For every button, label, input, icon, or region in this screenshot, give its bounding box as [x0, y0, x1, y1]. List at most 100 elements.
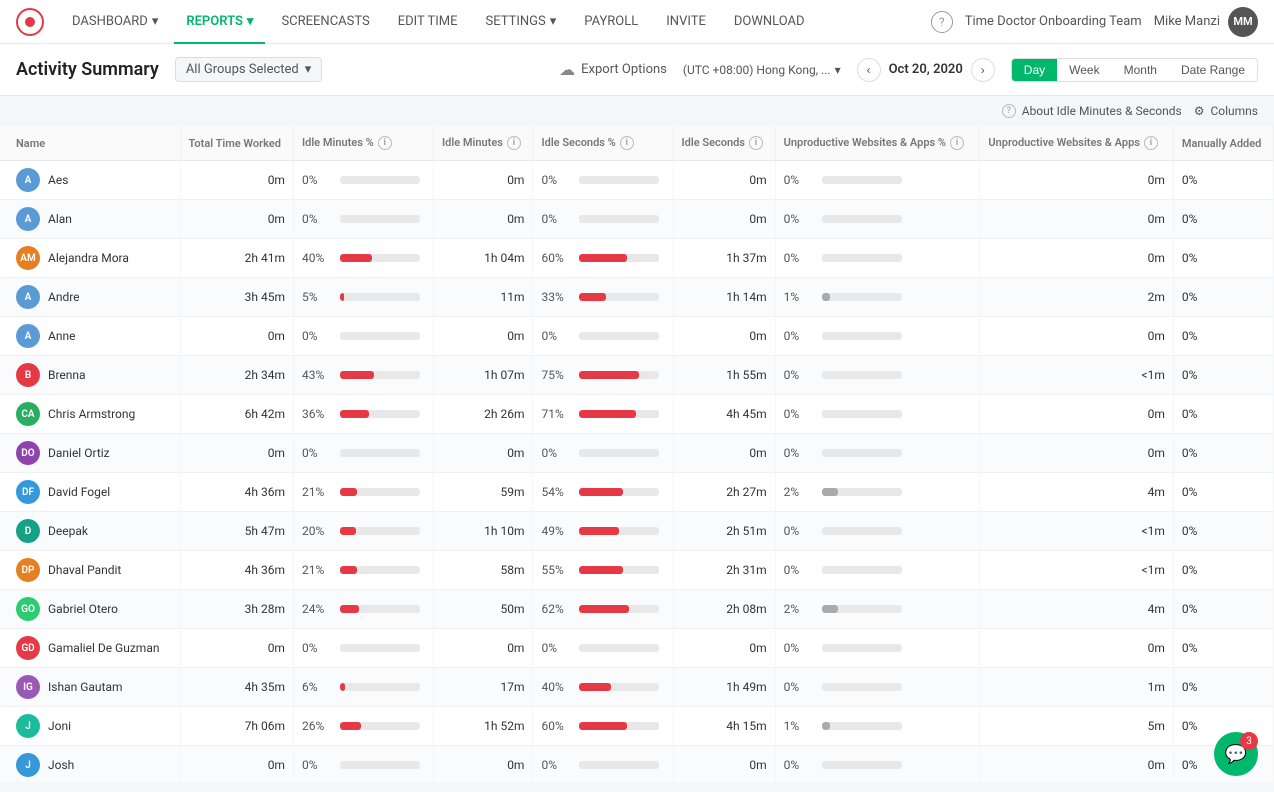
- user-menu[interactable]: Mike Manzi MM: [1154, 7, 1258, 37]
- unprod-cell: 2m: [980, 278, 1174, 317]
- idle-min-cell: 0m: [434, 434, 533, 473]
- table-row[interactable]: BBrenna2h 34m43%1h 07m75%1h 55m0%<1m0%: [0, 356, 1274, 395]
- total-time-cell: 0m: [180, 200, 293, 239]
- idle-min-cell: 11m: [434, 278, 533, 317]
- unprod-pct-cell: 0%: [775, 746, 980, 782]
- manual-cell: 0%: [1173, 551, 1273, 590]
- idle-pct-cell: 6%: [293, 668, 433, 707]
- total-time-cell: 4h 36m: [180, 551, 293, 590]
- unprod-cell: 4m: [980, 473, 1174, 512]
- nav-item-reports[interactable]: REPORTS: [174, 0, 265, 44]
- date-range-btn-date-range[interactable]: Date Range: [1169, 59, 1257, 81]
- chevron-down-icon: [152, 14, 159, 29]
- chevron-down-icon: [550, 14, 557, 29]
- idle-sec-pct-cell: 0%: [533, 629, 673, 668]
- nav-item-invite[interactable]: INVITE: [654, 0, 718, 44]
- unprod-pct-cell: 2%: [775, 473, 980, 512]
- name-cell: DPDhaval Pandit: [0, 551, 180, 590]
- total-time-cell: 2h 34m: [180, 356, 293, 395]
- table-row[interactable]: DPDhaval Pandit4h 36m21%58m55%2h 31m0%<1…: [0, 551, 1274, 590]
- export-button[interactable]: ☁ Export Options: [559, 60, 667, 79]
- date-range-btn-week[interactable]: Week: [1057, 59, 1111, 81]
- date-range-btn-month[interactable]: Month: [1112, 59, 1169, 81]
- idle-sec-pct-cell: 60%: [533, 707, 673, 746]
- unprod-pct-cell: 0%: [775, 356, 980, 395]
- idle-sec-cell: 4h 45m: [673, 395, 775, 434]
- idle-sec-cell: 0m: [673, 161, 775, 200]
- help-button[interactable]: ?: [931, 11, 953, 33]
- table-row[interactable]: JJosh0m0%0m0%0m0%0m0%: [0, 746, 1274, 782]
- cloud-icon: ☁: [559, 60, 575, 79]
- logo[interactable]: [16, 8, 44, 36]
- idle-min-cell: 1h 52m: [434, 707, 533, 746]
- nav-item-payroll[interactable]: PAYROLL: [572, 0, 650, 44]
- idle-pct-cell: 20%: [293, 512, 433, 551]
- table-row[interactable]: CAChris Armstrong6h 42m36%2h 26m71%4h 45…: [0, 395, 1274, 434]
- total-time-cell: 3h 28m: [180, 590, 293, 629]
- logo-icon: [25, 17, 35, 27]
- chat-button[interactable]: 💬 3: [1214, 732, 1258, 776]
- info-icon[interactable]: i: [507, 136, 521, 150]
- manual-cell: 0%: [1173, 629, 1273, 668]
- table-row[interactable]: AAndre3h 45m5%11m33%1h 14m1%2m0%: [0, 278, 1274, 317]
- info-icon[interactable]: i: [749, 136, 763, 150]
- columns-label: Columns: [1210, 104, 1258, 118]
- about-idle-label: About Idle Minutes & Seconds: [1022, 104, 1182, 118]
- table-row[interactable]: DODaniel Ortiz0m0%0m0%0m0%0m0%: [0, 434, 1274, 473]
- nav-item-edit_time[interactable]: EDIT TIME: [386, 0, 470, 44]
- col-header-unproductive_pct: Unproductive Websites & Apps %i: [775, 126, 980, 161]
- date-prev-button[interactable]: [857, 58, 881, 82]
- manual-cell: 0%: [1173, 356, 1273, 395]
- name-cell: GDGamaliel De Guzman: [0, 629, 180, 668]
- idle-sec-pct-cell: 62%: [533, 590, 673, 629]
- date-next-button[interactable]: [971, 58, 995, 82]
- nav-item-download[interactable]: DOWNLOAD: [722, 0, 817, 44]
- export-label: Export Options: [581, 62, 667, 77]
- date-range-buttons: DayWeekMonthDate Range: [1011, 58, 1258, 82]
- idle-pct-cell: 0%: [293, 317, 433, 356]
- table-row[interactable]: GOGabriel Otero3h 28m24%50m62%2h 08m2%4m…: [0, 590, 1274, 629]
- table-row[interactable]: DDeepak5h 47m20%1h 10m49%2h 51m0%<1m0%: [0, 512, 1274, 551]
- actions-bar: ? About Idle Minutes & Seconds ⚙ Columns: [0, 96, 1274, 126]
- name-cell: AAnne: [0, 317, 180, 356]
- idle-pct-cell: 36%: [293, 395, 433, 434]
- about-idle-button[interactable]: ? About Idle Minutes & Seconds: [998, 104, 1182, 118]
- info-icon[interactable]: i: [1144, 136, 1158, 150]
- col-header-idle_minutes: Idle Minutesi: [434, 126, 533, 161]
- info-icon[interactable]: i: [378, 136, 392, 150]
- idle-sec-pct-cell: 0%: [533, 746, 673, 782]
- columns-button[interactable]: ⚙ Columns: [1194, 104, 1258, 118]
- total-time-cell: 0m: [180, 629, 293, 668]
- nav-item-dashboard[interactable]: DASHBOARD: [60, 0, 170, 44]
- unprod-cell: 0m: [980, 317, 1174, 356]
- gear-icon: ⚙: [1194, 104, 1205, 118]
- total-time-cell: 6h 42m: [180, 395, 293, 434]
- idle-pct-cell: 0%: [293, 200, 433, 239]
- table-row[interactable]: AMAlejandra Mora2h 41m40%1h 04m60%1h 37m…: [0, 239, 1274, 278]
- table-row[interactable]: IGIshan Gautam4h 35m6%17m40%1h 49m0%1m0%: [0, 668, 1274, 707]
- info-icon[interactable]: i: [950, 136, 964, 150]
- nav-item-screencasts[interactable]: SCREENCASTS: [269, 0, 381, 44]
- idle-pct-cell: 0%: [293, 434, 433, 473]
- idle-sec-pct-cell: 60%: [533, 239, 673, 278]
- groups-selector[interactable]: All Groups Selected: [175, 57, 322, 82]
- chat-badge: 3: [1240, 732, 1258, 750]
- date-range-btn-day[interactable]: Day: [1012, 59, 1057, 81]
- table-row[interactable]: DFDavid Fogel4h 36m21%59m54%2h 27m2%4m0%: [0, 473, 1274, 512]
- col-header-name: Name: [0, 126, 180, 161]
- idle-sec-pct-cell: 75%: [533, 356, 673, 395]
- col-header-unproductive: Unproductive Websites & Appsi: [980, 126, 1174, 161]
- col-header-manually_added: Manually Added: [1173, 126, 1273, 161]
- table-row[interactable]: AAlan0m0%0m0%0m0%0m0%: [0, 200, 1274, 239]
- table-row[interactable]: AAnne0m0%0m0%0m0%0m0%: [0, 317, 1274, 356]
- nav-item-settings[interactable]: SETTINGS: [474, 0, 569, 44]
- table-row[interactable]: AAes0m0%0m0%0m0%0m0%: [0, 161, 1274, 200]
- timezone-selector[interactable]: (UTC +08:00) Hong Kong, ...: [683, 63, 841, 77]
- idle-sec-pct-cell: 54%: [533, 473, 673, 512]
- unprod-cell: <1m: [980, 512, 1174, 551]
- table-row[interactable]: JJoni7h 06m26%1h 52m60%4h 15m1%5m0%: [0, 707, 1274, 746]
- info-icon[interactable]: i: [620, 136, 634, 150]
- idle-sec-pct-cell: 0%: [533, 161, 673, 200]
- unprod-cell: 0m: [980, 161, 1174, 200]
- table-row[interactable]: GDGamaliel De Guzman0m0%0m0%0m0%0m0%: [0, 629, 1274, 668]
